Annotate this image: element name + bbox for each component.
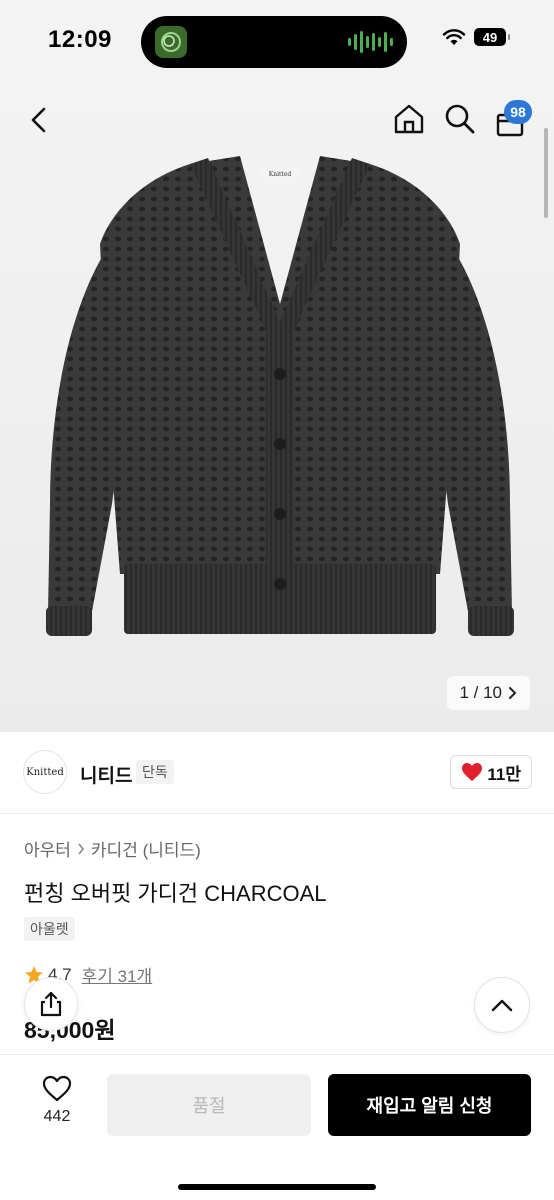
audio-wave-icon xyxy=(348,30,393,54)
image-counter-label: 1 / 10 xyxy=(459,683,502,702)
brand-row[interactable]: Knitted 니티드 단독 11만 xyxy=(0,732,554,814)
heart-filled-icon xyxy=(462,763,483,781)
brand-like-count: 11만 xyxy=(487,764,521,784)
status-bar: 12:09 49 xyxy=(0,0,554,84)
scrollbar[interactable] xyxy=(544,128,548,218)
breadcrumb-item-outer[interactable]: 아우터 xyxy=(24,836,71,861)
breadcrumb[interactable]: 아우터 카디건 (니티드) xyxy=(24,836,201,861)
brand-logo[interactable]: Knitted xyxy=(23,750,67,794)
heart-outline-icon xyxy=(42,1075,72,1102)
bottom-action-bar: 442 품절 재입고 알림 신청 xyxy=(0,1054,554,1200)
back-icon[interactable] xyxy=(24,104,56,136)
dynamic-island xyxy=(141,16,407,68)
restock-alert-button[interactable]: 재입고 알림 신청 xyxy=(328,1074,531,1136)
product-title: 펀칭 오버핏 가디건 CHARCOAL xyxy=(24,881,327,906)
battery-indicator: 49 xyxy=(474,28,510,46)
garment-label: Knitted xyxy=(269,171,292,178)
scroll-to-top-button[interactable] xyxy=(474,977,530,1033)
product-image-gallery[interactable]: Knitted 98 1 / 10 xyxy=(0,84,554,732)
status-time: 12:09 xyxy=(48,26,112,53)
outlet-tag: 아울렛 xyxy=(24,917,75,941)
share-button[interactable] xyxy=(24,977,78,1031)
chevron-up-icon xyxy=(491,999,513,1012)
chevron-right-icon xyxy=(509,687,517,699)
now-playing-artwork xyxy=(155,26,187,58)
search-icon[interactable] xyxy=(443,102,477,136)
cart-count-badge: 98 xyxy=(504,100,532,124)
product-image: Knitted xyxy=(46,156,514,636)
wifi-icon xyxy=(442,29,466,45)
chevron-right-icon xyxy=(78,843,84,854)
home-icon[interactable] xyxy=(392,102,426,136)
soldout-button[interactable]: 품절 xyxy=(107,1074,311,1136)
brand-name[interactable]: 니티드 xyxy=(80,761,132,788)
exclusive-badge: 단독 xyxy=(136,760,174,784)
review-count-link[interactable]: 후기 31개 xyxy=(82,962,153,987)
image-counter[interactable]: 1 / 10 xyxy=(447,676,530,710)
home-indicator xyxy=(178,1184,376,1190)
status-icons: 49 xyxy=(442,28,510,46)
brand-like-button[interactable]: 11만 xyxy=(450,755,532,789)
share-icon xyxy=(40,991,62,1017)
wishlist-count: 442 xyxy=(43,1108,71,1125)
wishlist-button[interactable]: 442 xyxy=(30,1075,84,1126)
breadcrumb-item-cardigan[interactable]: 카디건 (니티드) xyxy=(91,836,201,861)
